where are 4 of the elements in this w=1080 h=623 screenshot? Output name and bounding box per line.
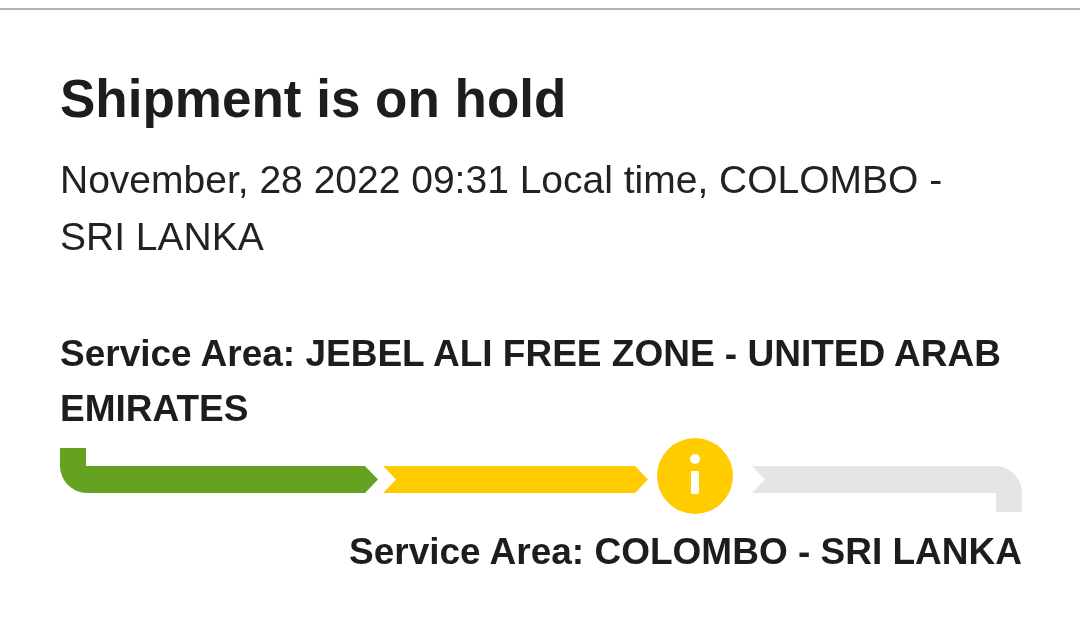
timestamp-text: November, 28 2022 09:31 Local time, COLOMBO - SRI LANKA <box>60 157 944 260</box>
status-heading: Shipment is on hold <box>60 69 567 129</box>
origin-service-area: Service Area: JEBEL ALI FREE ZONE - UNITED ARAB EMIRATES <box>60 326 1022 436</box>
destination-service-area: Service Area: COLOMBO - SRI LANKA <box>349 523 1022 580</box>
